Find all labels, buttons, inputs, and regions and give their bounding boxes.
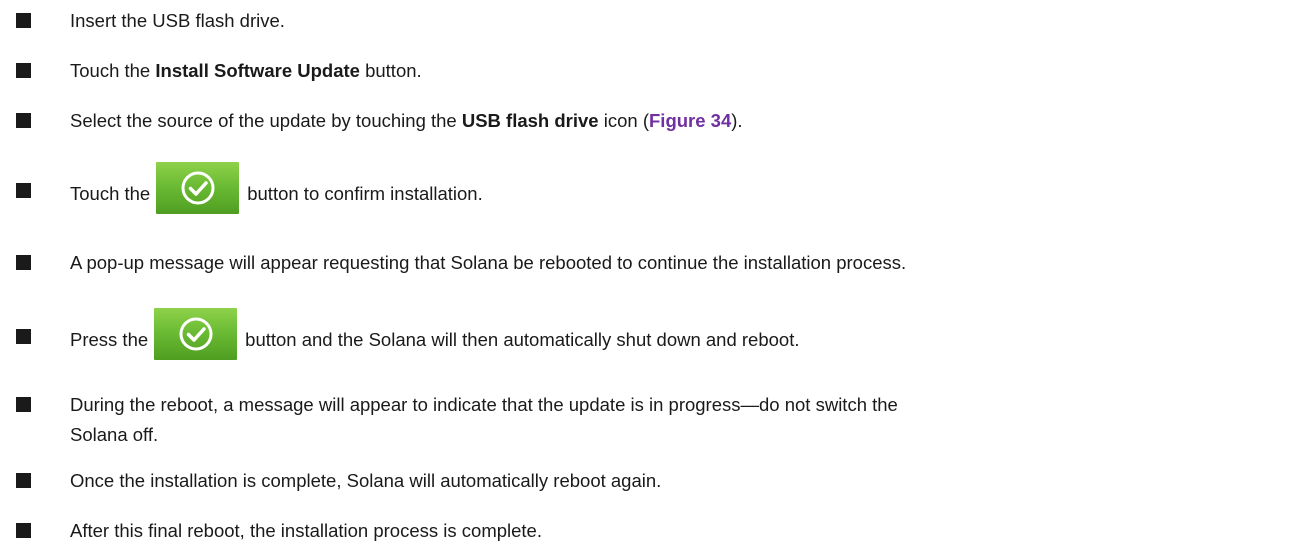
step-text: Insert the USB flash drive. [70, 10, 285, 31]
square-bullet-icon [16, 13, 31, 28]
step-text-post: button to confirm installation. [247, 183, 483, 204]
usb-flash-drive-label: USB flash drive [461, 110, 599, 131]
square-bullet-icon [16, 473, 31, 488]
step-text-post: ). [731, 110, 743, 131]
confirm-button[interactable] [156, 162, 240, 214]
step-text: Press the button and the Solana will then… [70, 308, 1276, 360]
square-bullet-icon [16, 183, 31, 198]
step-text: Once the installation is complete, Solan… [70, 470, 662, 491]
step-text: Touch the Install Software Update button… [70, 58, 1276, 84]
step-text: A pop-up message will appear requesting … [70, 252, 907, 273]
step-text: During the reboot, a message will appear… [70, 392, 1276, 448]
step-text-pre: Press the [70, 329, 149, 350]
step-text-mid: icon ( [598, 110, 649, 131]
step-text-pre: Touch the [70, 183, 151, 204]
step-text-line1: During the reboot, a message will appear… [70, 394, 898, 415]
square-bullet-icon [16, 397, 31, 412]
figure-34-link[interactable]: Figure 34 [649, 110, 731, 131]
step-text: Select the source of the update by touch… [70, 108, 1276, 134]
square-bullet-icon [16, 113, 31, 128]
step-text-line2: Solana off. [70, 424, 159, 445]
install-software-update-label: Install Software Update [155, 60, 360, 81]
step-text-post: button and the Solana will then automati… [245, 329, 800, 350]
step-text-pre: Touch the [70, 60, 156, 81]
step-text-post: button. [359, 60, 422, 81]
step-text: Touch the button to confirm installation. [70, 162, 1276, 214]
step-text-pre: Select the source of the update by touch… [70, 110, 462, 131]
step-text: After this final reboot, the installatio… [70, 520, 542, 541]
square-bullet-icon [16, 329, 31, 344]
square-bullet-icon [16, 523, 31, 538]
check-circle-icon [179, 317, 213, 351]
confirm-button[interactable] [154, 308, 238, 360]
instruction-list: Insert the USB flash drive. Touch the In… [0, 0, 1291, 554]
square-bullet-icon [16, 63, 31, 78]
square-bullet-icon [16, 255, 31, 270]
check-circle-icon [181, 171, 215, 205]
